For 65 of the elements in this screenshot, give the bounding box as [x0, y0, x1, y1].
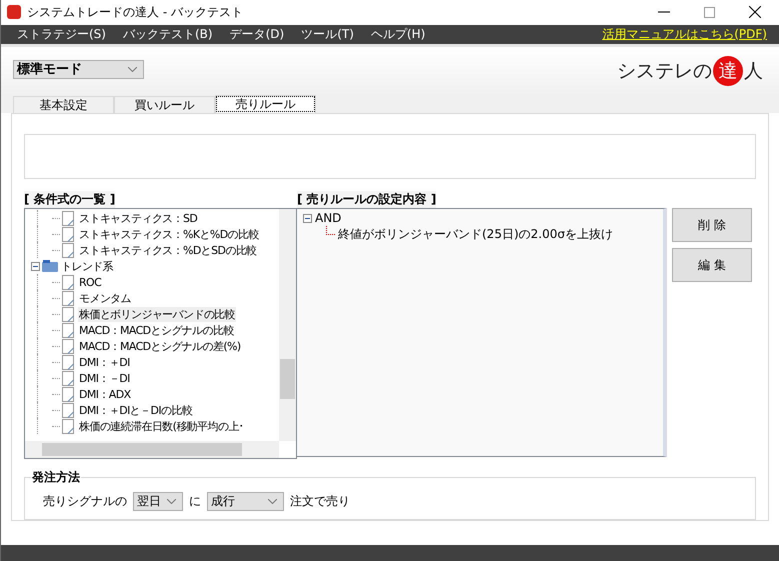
menu-item[interactable]: ストラテジー(S) [17, 26, 106, 43]
folder-icon [42, 260, 58, 272]
collapse-icon[interactable] [31, 262, 40, 270]
mode-dropdown[interactable]: 標準モード [13, 60, 144, 79]
tree-item[interactable]: DMI：＋DIと－DIの比較 [78, 402, 194, 418]
description-field[interactable] [24, 134, 756, 179]
rule-item[interactable]: AND [315, 211, 342, 225]
document-icon [62, 274, 74, 290]
timing-dropdown[interactable]: 翌日 [133, 492, 183, 511]
order-label: 注文で売り [290, 493, 350, 510]
logo-seal: 達 [713, 56, 743, 86]
tab[interactable]: 基本設定 [13, 96, 114, 113]
document-icon [62, 290, 74, 306]
menu-item[interactable]: ツール(T) [301, 26, 354, 43]
tree-item[interactable]: ストキャスティクス：%DとSDの比較 [78, 242, 258, 258]
action-button[interactable]: 削 除 [672, 208, 752, 242]
document-icon [62, 402, 74, 418]
document-icon [62, 354, 74, 370]
document-icon [62, 242, 74, 258]
menu-item[interactable]: ヘルプ(H) [370, 26, 426, 43]
group-title: 発注方法 [31, 469, 81, 486]
collapse-icon[interactable] [303, 214, 312, 222]
document-icon [62, 322, 74, 338]
menu-item[interactable]: バックテスト(B) [122, 26, 213, 43]
vertical-scrollbar[interactable] [279, 209, 296, 441]
tree-item[interactable]: DMI：＋DI [78, 354, 131, 370]
manual-link[interactable]: 活用マニュアルはこちら(PDF) [602, 26, 767, 43]
document-icon [62, 386, 74, 402]
chevron-icon [167, 499, 176, 504]
app-icon [7, 5, 21, 20]
menu-item[interactable]: データ(D) [230, 26, 284, 43]
maximize-icon[interactable] [704, 6, 715, 18]
tree-item[interactable]: MACD：MACDとシグナルの差(%) [78, 338, 242, 354]
tree-item[interactable]: DMI：－DI [78, 370, 131, 386]
chevron-icon [128, 66, 137, 72]
document-icon [62, 370, 74, 386]
action-button[interactable]: 編 集 [672, 248, 752, 282]
logo-text: 人 [744, 59, 763, 84]
document-icon [62, 210, 74, 226]
tree-item[interactable]: モメンタム [78, 290, 132, 306]
chevron-icon [268, 499, 277, 504]
document-icon [62, 306, 74, 322]
rule-item[interactable]: 終値がボリンジャーバンド(25日)の2.00σを上抜け [338, 226, 613, 242]
close-icon[interactable] [749, 6, 761, 18]
tab[interactable]: 売りルール [215, 95, 316, 113]
tree-item[interactable]: MACD：MACDとシグナルの比較 [78, 322, 235, 338]
tree-item[interactable]: ストキャスティクス：%Kと%Dの比較 [78, 226, 260, 242]
order-label: に [189, 493, 201, 510]
list-heading: [ 条件式の一覧 ] [24, 191, 116, 208]
tree-item[interactable]: 株価とボリンジャーバンドの比較 [78, 306, 236, 322]
horizontal-scrollbar[interactable] [25, 441, 279, 458]
tree-item[interactable]: 株価の連続滞在日数(移動平均の上･ [78, 418, 246, 434]
list-heading: [ 売りルールの設定内容 ] [297, 191, 436, 208]
tree-item[interactable]: DMI：ADX [78, 386, 132, 402]
tree-item[interactable]: ROC [78, 276, 102, 288]
order-type-dropdown[interactable]: 成行 [207, 492, 284, 511]
document-icon [62, 338, 74, 354]
document-icon [62, 418, 74, 434]
document-icon [62, 226, 74, 242]
tree-item[interactable]: ストキャスティクス：SD [78, 210, 198, 226]
tree-item[interactable]: トレンド系 [60, 258, 114, 274]
tab[interactable]: 買いルール [114, 96, 215, 113]
order-label: 売りシグナルの [43, 493, 127, 510]
window-title: システムトレードの達人 - バックテスト [27, 4, 243, 21]
logo-text: システレの [617, 59, 712, 84]
